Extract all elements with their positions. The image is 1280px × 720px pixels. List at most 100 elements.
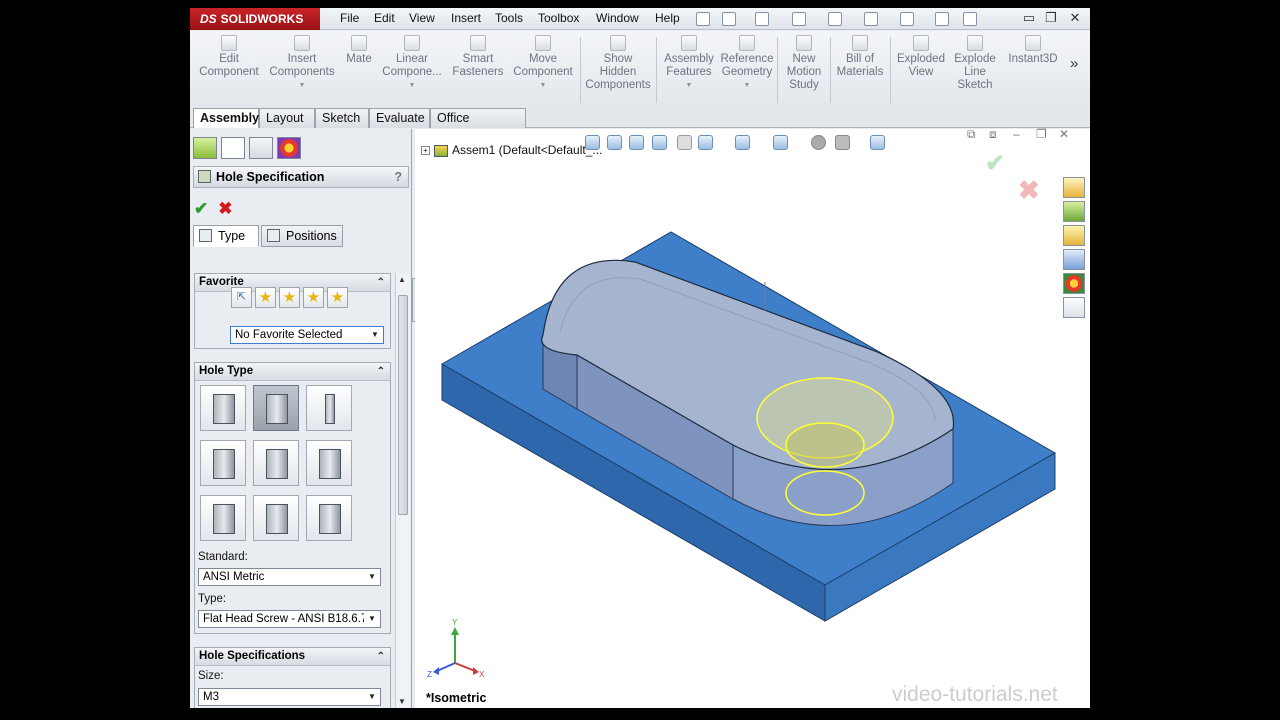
subtab-positions[interactable]: Positions	[261, 225, 343, 247]
confirmation-ok-icon[interactable]: ✔	[985, 149, 1005, 178]
countersink-slot-button[interactable]	[253, 495, 299, 541]
restore-icon[interactable]: ❐	[1043, 10, 1059, 26]
chevron-down-icon[interactable]: ▼	[266, 79, 338, 92]
chevron-down-icon[interactable]: ▼	[720, 79, 774, 92]
counterbore-hole-button[interactable]	[200, 385, 246, 431]
viewport-close-icon[interactable]: ✕	[1059, 127, 1073, 141]
tile-vertical-icon[interactable]: ⧈	[989, 127, 1003, 142]
fastener-type-select[interactable]: Flat Head Screw - ANSI B18.6.7M ▼	[198, 610, 381, 628]
menu-view[interactable]: View	[409, 8, 435, 30]
size-select[interactable]: M3 ▼	[198, 688, 381, 706]
previous-view-icon[interactable]	[629, 135, 644, 150]
edit-component-button[interactable]: Edit Component	[196, 35, 262, 79]
delete-favorite-icon[interactable]: ★	[279, 287, 300, 308]
menu-file[interactable]: File	[340, 8, 359, 30]
viewport-restore-icon[interactable]: ❐	[1036, 127, 1050, 141]
smart-fasteners-button[interactable]: Smart Fasteners	[448, 35, 508, 79]
solidworks-logo[interactable]: DS SOLIDWORKS	[190, 8, 320, 30]
countersink-hole-button[interactable]	[253, 385, 299, 431]
insert-components-button[interactable]: Insert Components ▼	[266, 35, 338, 92]
new-motion-study-button[interactable]: New Motion Study	[781, 35, 827, 92]
add-favorite-icon[interactable]: ★	[255, 287, 276, 308]
collapse-icon[interactable]: ⌃	[377, 274, 385, 291]
configuration-manager-tab[interactable]	[249, 137, 273, 159]
tab-layout[interactable]: Layout	[259, 108, 315, 128]
menu-insert[interactable]: Insert	[451, 8, 481, 30]
home-icon[interactable]	[1063, 177, 1085, 198]
graphics-area[interactable]: + Assem1 (Default<Default_... ⧉ ⧈ – ❐ ✕ ✔…	[415, 127, 1090, 708]
mate-button[interactable]: Mate	[342, 35, 376, 66]
scroll-thumb[interactable]	[398, 295, 408, 515]
section-view-icon[interactable]	[652, 135, 667, 150]
view-orientation-icon[interactable]	[698, 135, 713, 150]
save-icon[interactable]	[792, 12, 806, 26]
tapered-tap-button[interactable]	[253, 440, 299, 486]
open-document-icon[interactable]	[755, 12, 769, 26]
file-explorer-icon[interactable]	[1063, 225, 1085, 246]
tile-horizontal-icon[interactable]: ⧉	[967, 127, 981, 142]
subtab-type[interactable]: Type	[193, 225, 259, 247]
hole-type-header[interactable]: Hole Type ⌃	[195, 363, 390, 381]
select-icon[interactable]	[900, 12, 914, 26]
display-style-icon[interactable]	[735, 135, 750, 150]
apply-defaults-icon[interactable]: ⇱	[231, 287, 252, 308]
undo-icon[interactable]	[864, 12, 878, 26]
menu-tools[interactable]: Tools	[495, 8, 523, 30]
chevron-down-icon[interactable]: ▼	[380, 79, 444, 92]
hide-show-items-icon[interactable]	[773, 135, 788, 150]
hole-specifications-header[interactable]: Hole Specifications ⌃	[195, 648, 390, 666]
options-icon[interactable]	[963, 12, 977, 26]
display-manager-tab[interactable]	[277, 137, 301, 159]
pm-scrollbar[interactable]: ▲ ▼	[395, 273, 410, 708]
pin-icon[interactable]	[696, 12, 710, 26]
zoom-to-fit-icon[interactable]	[585, 135, 600, 150]
simple-hole-button[interactable]	[306, 385, 352, 431]
more-commands-button[interactable]: »	[1070, 56, 1078, 71]
cancel-button[interactable]: ✖	[218, 199, 232, 218]
property-manager-tab[interactable]	[221, 137, 245, 159]
explode-line-sketch-button[interactable]: Explode Line Sketch	[950, 35, 1000, 92]
menu-edit[interactable]: Edit	[374, 8, 395, 30]
collapse-icon[interactable]: ⌃	[377, 648, 385, 665]
apply-scene-icon[interactable]	[835, 135, 850, 150]
dynamic-annotation-icon[interactable]	[677, 135, 692, 150]
linear-pattern-button[interactable]: Linear Compone... ▼	[380, 35, 444, 92]
tab-sketch[interactable]: Sketch	[315, 108, 369, 128]
reference-geometry-button[interactable]: Reference Geometry ▼	[720, 35, 774, 92]
collapse-icon[interactable]: ⌃	[377, 363, 385, 380]
viewport-minimize-icon[interactable]: –	[1013, 127, 1027, 141]
rebuild-icon[interactable]	[935, 12, 949, 26]
bill-of-materials-button[interactable]: Bill of Materials	[833, 35, 887, 79]
feature-tree-flyout[interactable]: + Assem1 (Default<Default_...	[421, 143, 602, 157]
zoom-to-area-icon[interactable]	[607, 135, 622, 150]
chevron-down-icon[interactable]: ▼	[367, 327, 383, 343]
menu-window[interactable]: Window	[596, 8, 639, 30]
show-hidden-components-button[interactable]: Show Hidden Components	[583, 35, 653, 92]
chevron-down-icon[interactable]: ▼	[510, 79, 576, 92]
tab-evaluate[interactable]: Evaluate	[369, 108, 430, 128]
chevron-down-icon[interactable]: ▼	[364, 569, 380, 585]
print-icon[interactable]	[828, 12, 842, 26]
load-favorite-icon[interactable]: ★	[327, 287, 348, 308]
exploded-view-button[interactable]: Exploded View	[893, 35, 949, 79]
tab-office-products[interactable]: Office Products	[430, 108, 526, 143]
close-icon[interactable]: ✕	[1067, 10, 1083, 26]
menu-toolbox[interactable]: Toolbox	[538, 8, 579, 30]
assembly-features-button[interactable]: Assembly Features ▼	[659, 35, 719, 92]
view-palette-icon[interactable]	[1063, 249, 1085, 270]
save-favorite-icon[interactable]: ★	[303, 287, 324, 308]
legacy-hole-button[interactable]	[306, 440, 352, 486]
slot-button[interactable]	[306, 495, 352, 541]
straight-tap-button[interactable]	[200, 440, 246, 486]
move-component-button[interactable]: Move Component ▼	[510, 35, 576, 92]
standard-select[interactable]: ANSI Metric ▼	[198, 568, 381, 586]
expand-icon[interactable]: +	[421, 146, 430, 156]
design-library-icon[interactable]	[1063, 201, 1085, 222]
chevron-down-icon[interactable]: ▼	[364, 611, 380, 627]
edit-appearance-icon[interactable]	[811, 135, 826, 150]
ok-button[interactable]: ✔	[194, 199, 208, 218]
chevron-down-icon[interactable]: ▼	[659, 79, 719, 92]
minimize-icon[interactable]: ▭	[1021, 10, 1037, 26]
feature-manager-tab[interactable]	[193, 137, 217, 159]
scroll-down-icon[interactable]: ▼	[398, 697, 406, 706]
